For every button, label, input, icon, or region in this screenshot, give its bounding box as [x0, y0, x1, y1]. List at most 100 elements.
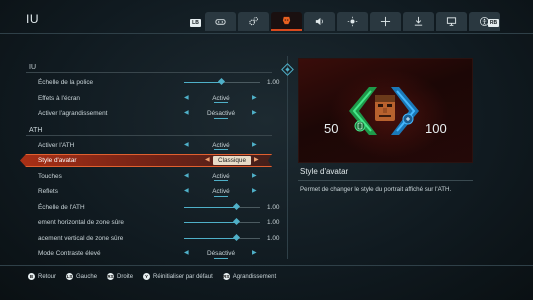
- tab-gameplay[interactable]: [238, 12, 269, 31]
- setting-value: Classique: [213, 156, 251, 165]
- setting-enable-hud[interactable]: Activer l'ATH ◀ Activé ▶: [26, 138, 272, 154]
- setting-hud-scale[interactable]: Échelle de l'ATH 1.00: [26, 200, 279, 216]
- arrow-left-icon[interactable]: ◀: [184, 246, 189, 262]
- hud-frame: [349, 87, 419, 135]
- hint-reset[interactable]: Y Réinitialiser par défaut: [143, 273, 213, 280]
- font-scale-slider[interactable]: [184, 77, 260, 86]
- settings-list: IU Échelle de la police 1.00 Effets à l'…: [26, 62, 279, 262]
- setting-label: Échelle de l'ATH: [38, 203, 85, 211]
- gamepad-icon: [215, 19, 226, 25]
- tab-audio[interactable]: [304, 12, 335, 31]
- hint-zoom[interactable]: RS Agrandissement: [222, 273, 277, 280]
- brightness-icon: [347, 16, 358, 27]
- setting-label: Effets à l'écran: [38, 94, 80, 102]
- armor-value: 100: [425, 121, 447, 136]
- setting-label: Mode Contraste élevé: [38, 250, 101, 257]
- safe-h-slider[interactable]: [184, 217, 260, 226]
- health-badge-icon: [354, 120, 366, 132]
- arrow-left-icon[interactable]: ◀: [184, 138, 189, 154]
- description-divider: [298, 180, 473, 181]
- arrow-right-icon[interactable]: ▶: [252, 184, 257, 200]
- setting-value: 1.00: [267, 79, 280, 86]
- page-title: IU: [26, 12, 39, 26]
- hud-scale-slider[interactable]: [184, 202, 260, 210]
- setting-keys[interactable]: Touches ◀ Activé ▶: [26, 169, 272, 185]
- slider-knob[interactable]: [232, 233, 241, 241]
- hint-label: Réinitialiser par défaut: [153, 273, 213, 280]
- crosshair-icon: [380, 16, 391, 27]
- setting-label: acement vertical de zone sûre: [38, 234, 124, 242]
- description-text: Permet de changer le style du portrait a…: [300, 186, 452, 193]
- right-stick-click-icon: RS: [222, 273, 230, 280]
- setting-label: Activer l'agrandissement: [38, 110, 108, 117]
- arrow-left-icon[interactable]: ◀: [184, 169, 189, 185]
- description-title: Style d'avatar: [300, 167, 349, 176]
- arrow-left-icon[interactable]: ◀: [184, 184, 189, 200]
- setting-safe-zone-vertical[interactable]: acement vertical de zone sûre 1.00: [26, 231, 279, 247]
- avatar-preview: 50 100: [298, 58, 473, 163]
- hint-label: Gauche: [76, 273, 98, 280]
- tab-display[interactable]: [436, 12, 467, 31]
- setting-high-contrast[interactable]: Mode Contraste élevé ◀ Désactivé ▶: [26, 246, 272, 262]
- y-button-icon: Y: [143, 273, 151, 280]
- setting-font-scale[interactable]: Échelle de la police 1.00: [26, 75, 279, 91]
- hint-back[interactable]: B Retour: [28, 273, 56, 280]
- arrow-right-icon[interactable]: ▶: [252, 106, 257, 122]
- slider-fill: [184, 237, 237, 239]
- footer-divider: [0, 265, 533, 266]
- setting-value: 1.00: [267, 203, 280, 211]
- gears-icon: [249, 17, 258, 26]
- panel-divider: [287, 56, 288, 259]
- setting-label: Style d'avatar: [38, 157, 77, 164]
- setting-screen-effects[interactable]: Effets à l'écran ◀ Activé ▶: [26, 91, 272, 107]
- setting-label: Échelle de la police: [38, 79, 94, 86]
- b-button-icon: B: [28, 273, 35, 280]
- arrow-right-icon[interactable]: ▶: [252, 91, 257, 107]
- setting-value: Désactivé: [192, 246, 250, 262]
- arrow-right-icon[interactable]: ▶: [252, 138, 257, 154]
- tab-crosshair[interactable]: [370, 12, 401, 31]
- health-value: 50: [324, 121, 339, 136]
- header: IU LB RB: [0, 0, 533, 34]
- section-header-iu: IU: [26, 62, 272, 73]
- arrow-left-icon[interactable]: ◀: [205, 153, 210, 169]
- safe-v-slider[interactable]: [184, 233, 260, 241]
- doomguy-icon: [282, 16, 291, 25]
- setting-reflections[interactable]: Reflets ◀ Activé ▶: [26, 184, 272, 200]
- setting-avatar-style[interactable]: Style d'avatar ◀ Classique ▶: [26, 153, 272, 169]
- setting-value: 1.00: [267, 219, 280, 226]
- hint-label: Retour: [38, 273, 57, 280]
- setting-label: Activer l'ATH: [38, 141, 75, 149]
- hint-label: Droite: [117, 273, 134, 280]
- slider-fill: [184, 206, 237, 208]
- arrow-right-icon[interactable]: ▶: [252, 169, 257, 185]
- setting-value: 1.00: [267, 234, 280, 242]
- monitor-icon: [446, 17, 457, 26]
- hint-right[interactable]: RS Droite: [107, 273, 133, 280]
- setting-value: Activé: [192, 184, 250, 200]
- hint-left[interactable]: LS Gauche: [66, 273, 97, 280]
- right-stick-icon: RS: [107, 273, 115, 280]
- setting-value: Activé: [192, 138, 250, 154]
- tab-video[interactable]: [337, 12, 368, 31]
- slider-knob[interactable]: [232, 202, 241, 210]
- setting-safe-zone-horizontal[interactable]: ement horizontal de zone sûre 1.00: [26, 215, 279, 231]
- rb-bumper-icon[interactable]: RB: [488, 19, 499, 27]
- slider-knob[interactable]: [217, 77, 226, 86]
- arrow-left-icon[interactable]: ◀: [184, 91, 189, 107]
- setting-zoom[interactable]: Activer l'agrandissement ◀ Désactivé ▶: [26, 106, 272, 122]
- arrow-left-icon[interactable]: ◀: [184, 106, 189, 122]
- lb-bumper-icon[interactable]: LB: [190, 19, 201, 27]
- hint-label: Agrandissement: [232, 273, 277, 280]
- category-tabs: [205, 12, 500, 31]
- tab-ui[interactable]: [271, 12, 302, 31]
- setting-value: Activé: [192, 169, 250, 185]
- slider-fill: [184, 222, 237, 223]
- tab-controls[interactable]: [205, 12, 236, 31]
- slider-knob[interactable]: [232, 217, 241, 226]
- slider-fill: [184, 82, 222, 83]
- arrow-right-icon[interactable]: ▶: [252, 246, 257, 262]
- doomguy-face-icon: [375, 95, 395, 121]
- tab-content[interactable]: [403, 12, 434, 31]
- arrow-right-icon[interactable]: ▶: [254, 153, 259, 169]
